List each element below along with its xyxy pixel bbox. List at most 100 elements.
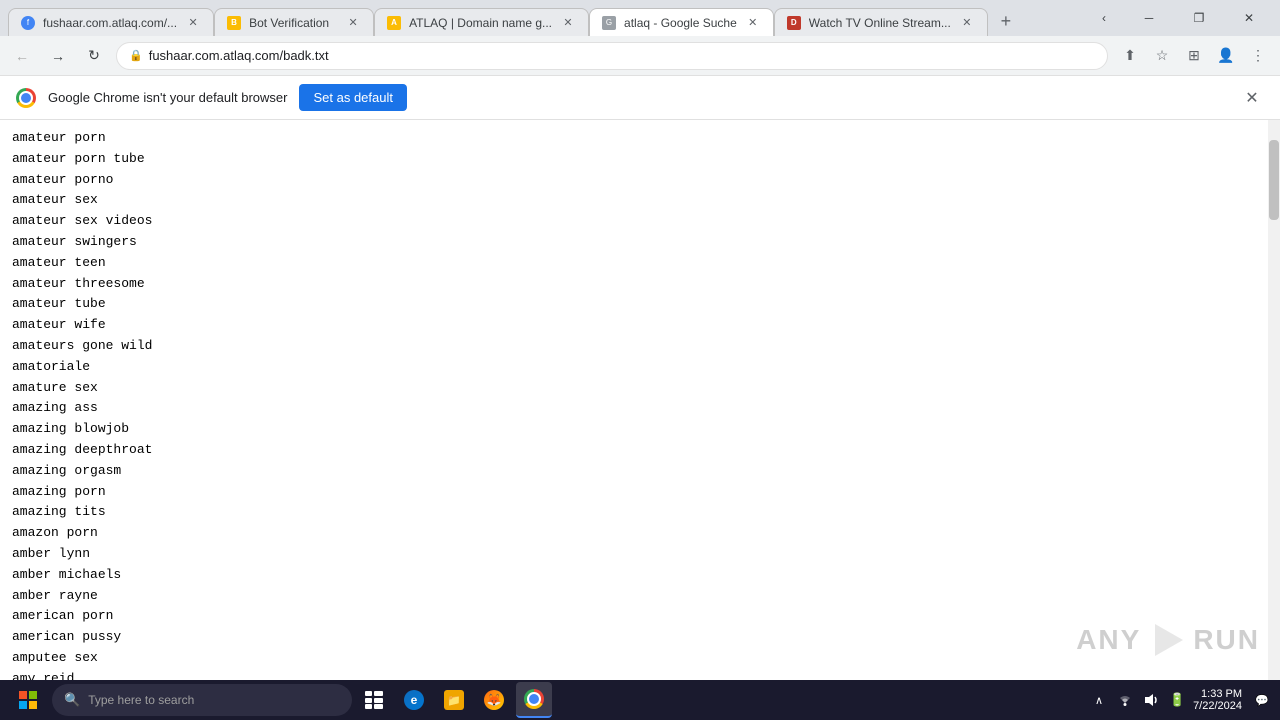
system-tray: ∧ 🔋 1:33 PM 7/22/2024 💬 [1089,688,1272,712]
tab-scroll-controls: ‹ [1090,4,1118,32]
watermark: ANY RUN [1076,620,1260,660]
address-bar: ← → ↻ 🔒 fushaar.com.atlaq.com/badk.txt ⬆… [0,36,1280,76]
content-line: amazing deepthroat [12,440,1256,461]
tab-scroll-left[interactable]: ‹ [1090,4,1118,32]
split-view-button[interactable]: ⊞ [1180,42,1208,70]
file-explorer-icon: 📁 [444,690,464,710]
bookmark-button[interactable]: ☆ [1148,42,1176,70]
page-content: amateur pornamateur porn tubeamateur por… [0,120,1268,680]
content-line: amateur threesome [12,274,1256,295]
taskbar: 🔍 Type here to search e 📁 🦊 [0,680,1280,720]
time-display: 1:33 PM [1201,688,1242,700]
content-line: amature sex [12,378,1256,399]
tab1-label: fushaar.com.atlaq.com/... [43,16,177,30]
taskbar-search-icon: 🔍 [64,692,80,708]
tabs-area: f fushaar.com.atlaq.com/... ✕ B Bot Veri… [8,0,1082,36]
speaker-icon [1143,692,1159,708]
notification-close[interactable]: ✕ [1240,86,1264,110]
tab1-close[interactable]: ✕ [185,15,201,31]
notification-message: Google Chrome isn't your default browser [48,90,287,105]
tab3-label: ATLAQ | Domain name g... [409,16,552,30]
tab5-close[interactable]: ✕ [959,15,975,31]
edge-icon: e [404,690,424,710]
windows-logo-icon [19,691,37,709]
content-line: amateur wife [12,315,1256,336]
lock-icon: 🔒 [129,49,143,62]
back-button[interactable]: ← [8,42,36,70]
edge-taskbar-button[interactable]: e [396,682,432,718]
content-line: amateur porno [12,170,1256,191]
tab2-favicon: B [227,16,241,30]
taskbar-search[interactable]: 🔍 Type here to search [52,684,352,716]
tab-4[interactable]: G atlaq - Google Suche ✕ [589,8,774,36]
reload-button[interactable]: ↻ [80,42,108,70]
notification-bar: Google Chrome isn't your default browser… [0,76,1280,120]
file-explorer-button[interactable]: 📁 [436,682,472,718]
content-line: amazing blowjob [12,419,1256,440]
title-bar: f fushaar.com.atlaq.com/... ✕ B Bot Veri… [0,0,1280,36]
set-default-button[interactable]: Set as default [299,84,407,111]
network-icon[interactable] [1115,690,1135,710]
tab1-favicon: f [21,16,35,30]
browser-window: f fushaar.com.atlaq.com/... ✕ B Bot Veri… [0,0,1280,720]
tab-5[interactable]: D Watch TV Online Stream... ✕ [774,8,988,36]
content-line: amatoriale [12,357,1256,378]
tab2-close[interactable]: ✕ [345,15,361,31]
start-button[interactable] [8,682,48,718]
content-line: amber michaels [12,565,1256,586]
share-button[interactable]: ⬆ [1116,42,1144,70]
content-line: amazing porn [12,482,1256,503]
tab-3[interactable]: A ATLAQ | Domain name g... ✕ [374,8,589,36]
content-line: amateur porn tube [12,149,1256,170]
content-line: amazing tits [12,502,1256,523]
content-line: amateur porn [12,128,1256,149]
wifi-icon [1117,693,1133,707]
content-line: amazon porn [12,523,1256,544]
taskbar-search-placeholder: Type here to search [88,693,194,707]
chrome-taskbar-button[interactable] [516,682,552,718]
task-view-button[interactable] [356,682,392,718]
scrollbar-thumb[interactable] [1269,140,1279,220]
tab5-label: Watch TV Online Stream... [809,16,951,30]
chrome-taskbar-icon [524,689,544,709]
notifications-button[interactable]: 💬 [1252,690,1272,710]
firefox-button[interactable]: 🦊 [476,682,512,718]
watermark-run-text: RUN [1193,624,1260,656]
window-controls: ─ ❐ ✕ [1126,0,1272,36]
content-line: amateurs gone wild [12,336,1256,357]
content-line: american pussy [12,627,1256,648]
content-line: amateur teen [12,253,1256,274]
tab-1[interactable]: f fushaar.com.atlaq.com/... ✕ [8,8,214,36]
content-area: amateur pornamateur porn tubeamateur por… [0,120,1280,680]
tab3-favicon: A [387,16,401,30]
tray-chevron[interactable]: ∧ [1089,690,1109,710]
content-line: amy reid [12,669,1256,680]
minimize-button[interactable]: ─ [1126,0,1172,36]
tab2-label: Bot Verification [249,16,337,30]
scrollbar[interactable] [1268,120,1280,680]
tab4-close[interactable]: ✕ [745,15,761,31]
volume-icon[interactable] [1141,690,1161,710]
tab3-close[interactable]: ✕ [560,15,576,31]
tab-2[interactable]: B Bot Verification ✕ [214,8,374,36]
content-line: amber rayne [12,586,1256,607]
taskbar-clock[interactable]: 1:33 PM 7/22/2024 [1193,688,1242,712]
new-tab-button[interactable]: + [992,7,1020,35]
watermark-play-icon [1147,620,1187,660]
address-text: fushaar.com.atlaq.com/badk.txt [149,48,1095,63]
battery-icon[interactable]: 🔋 [1167,690,1187,710]
content-line: amber lynn [12,544,1256,565]
close-button[interactable]: ✕ [1226,0,1272,36]
forward-button[interactable]: → [44,42,72,70]
profile-button[interactable]: 👤 [1212,42,1240,70]
tab4-label: atlaq - Google Suche [624,16,737,30]
address-input-wrapper[interactable]: 🔒 fushaar.com.atlaq.com/badk.txt [116,42,1108,70]
maximize-button[interactable]: ❐ [1176,0,1222,36]
content-line: amateur sex [12,190,1256,211]
menu-button[interactable]: ⋮ [1244,42,1272,70]
content-line: amateur swingers [12,232,1256,253]
chrome-logo [16,88,36,108]
tab4-favicon: G [602,16,616,30]
watermark-text: ANY [1076,624,1141,656]
content-line: amputee sex [12,648,1256,669]
